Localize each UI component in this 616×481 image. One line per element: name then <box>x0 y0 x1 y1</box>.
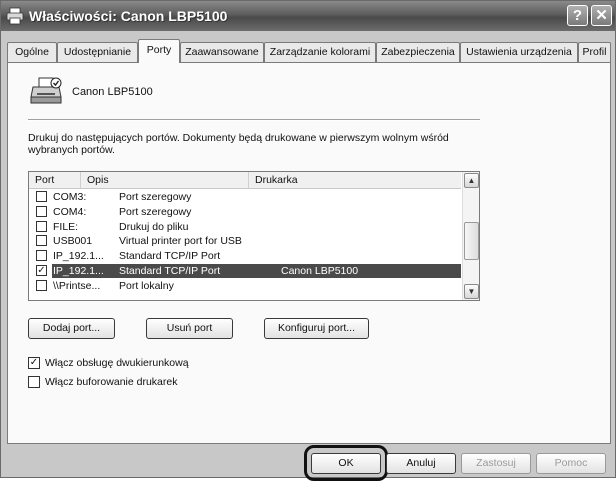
port-cell: FILE: <box>53 220 79 233</box>
ok-button-highlight <box>304 445 388 481</box>
port-cell: \\Printse... <box>53 279 101 292</box>
tab-sharing[interactable]: Udostępnianie <box>57 42 138 62</box>
pooling-label: Włącz buforowanie drukarek <box>45 376 178 388</box>
port-cell: IP_192.1... <box>53 250 104 263</box>
vertical-scrollbar[interactable]: ▲ ▼ <box>462 172 479 300</box>
help-title-button[interactable]: ? <box>567 5 588 26</box>
description-cell: Standard TCP/IP Port <box>119 264 221 277</box>
delete-port-button[interactable]: Usuń port <box>146 318 233 339</box>
column-header-port[interactable]: Port <box>29 172 81 189</box>
scroll-up-arrow-icon[interactable]: ▲ <box>464 173 479 188</box>
scroll-thumb[interactable] <box>464 222 479 260</box>
printer-cell: Canon LBP5100 <box>281 264 359 277</box>
description-cell: Standard TCP/IP Port <box>119 250 221 263</box>
configure-port-button[interactable]: Konfiguruj port... <box>264 318 369 339</box>
printer-icon <box>6 7 24 25</box>
tab-profile[interactable]: Profil <box>578 42 611 62</box>
tab-ports[interactable]: Porty <box>138 39 180 63</box>
port-cell: USB001 <box>53 235 93 248</box>
table-row[interactable]: COM3: Port szeregowy <box>29 190 461 205</box>
ports-panel: Canon LBP5100 Drukuj do następujących po… <box>7 62 611 444</box>
close-button[interactable]: ✕ <box>591 5 612 26</box>
table-row[interactable]: FILE: Drukuj do pliku <box>29 220 461 235</box>
description-cell: Port lokalny <box>119 279 174 292</box>
description-cell: Drukuj do pliku <box>119 220 189 233</box>
tab-general[interactable]: Ogólne <box>7 42 57 62</box>
description-cell: Port szeregowy <box>119 191 192 203</box>
printer-icon <box>30 77 62 104</box>
port-cell: IP_192.1... <box>53 264 104 277</box>
port-cell: COM4: <box>53 205 87 218</box>
bidirectional-option[interactable]: ✓ Włącz obsługę dwukierunkową <box>28 357 228 371</box>
ports-list[interactable]: Port Opis Drukarka COM3: Port szeregowy CO… <box>28 171 480 301</box>
pooling-option[interactable]: Włącz buforowanie drukarek <box>28 376 228 390</box>
port-checkbox[interactable] <box>36 191 47 202</box>
description-cell: Virtual printer port for USB <box>119 235 242 248</box>
ports-description: Drukuj do następujących portów. Dokument… <box>28 132 449 156</box>
description-cell: Port szeregowy <box>119 205 192 218</box>
port-checkbox[interactable] <box>36 250 47 262</box>
port-checkbox[interactable] <box>36 220 47 232</box>
port-checkbox[interactable]: ✓ <box>36 264 47 276</box>
port-checkbox[interactable] <box>36 205 47 217</box>
tab-device-settings[interactable]: Ustawienia urządzenia <box>460 42 578 62</box>
port-cell: COM3: <box>53 191 87 203</box>
port-checkbox[interactable] <box>36 279 47 291</box>
column-header-printer[interactable]: Drukarka <box>249 172 461 189</box>
pooling-checkbox[interactable] <box>28 376 40 388</box>
list-header: Port Opis Drukarka <box>29 172 461 189</box>
table-row[interactable]: COM4: Port szeregowy <box>29 205 461 220</box>
printer-name: Canon LBP5100 <box>72 86 153 98</box>
ports-rows: COM3: Port szeregowy COM4: Port szeregowy FI… <box>29 190 461 294</box>
apply-button[interactable]: Zastosuj <box>461 453 531 474</box>
table-row[interactable]: ✓ IP_192.1... Standard TCP/IP Port Canon LB… <box>29 263 461 279</box>
bidirectional-label: Włącz obsługę dwukierunkową <box>45 357 189 369</box>
help-button[interactable]: Pomoc <box>536 453 606 474</box>
cancel-button[interactable]: Anuluj <box>386 453 456 474</box>
window-title: Właściwości: Canon LBP5100 <box>29 8 228 24</box>
column-header-description[interactable]: Opis <box>81 172 249 189</box>
tab-security[interactable]: Zabezpieczenia <box>376 42 460 62</box>
tab-strip: Ogólne Udostępnianie Porty Zaawansowane … <box>7 39 611 64</box>
bidirectional-checkbox[interactable]: ✓ <box>28 357 40 369</box>
tab-advanced[interactable]: Zaawansowane <box>180 42 264 62</box>
scroll-down-arrow-icon[interactable]: ▼ <box>464 284 479 299</box>
port-checkbox[interactable] <box>36 235 47 247</box>
table-row[interactable]: USB001 Virtual printer port for USB <box>29 234 461 249</box>
tab-color-management[interactable]: Zarządzanie kolorami <box>264 42 376 62</box>
add-port-button[interactable]: Dodaj port... <box>28 318 115 339</box>
table-row[interactable]: \\Printse... Port lokalny <box>29 279 461 294</box>
properties-window: Właściwości: Canon LBP5100 ? ✕ Ogólne Ud… <box>0 0 616 481</box>
divider <box>28 119 480 121</box>
table-row[interactable]: IP_192.1... Standard TCP/IP Port <box>29 249 461 264</box>
title-bar[interactable]: Właściwości: Canon LBP5100 ? ✕ <box>1 1 615 31</box>
